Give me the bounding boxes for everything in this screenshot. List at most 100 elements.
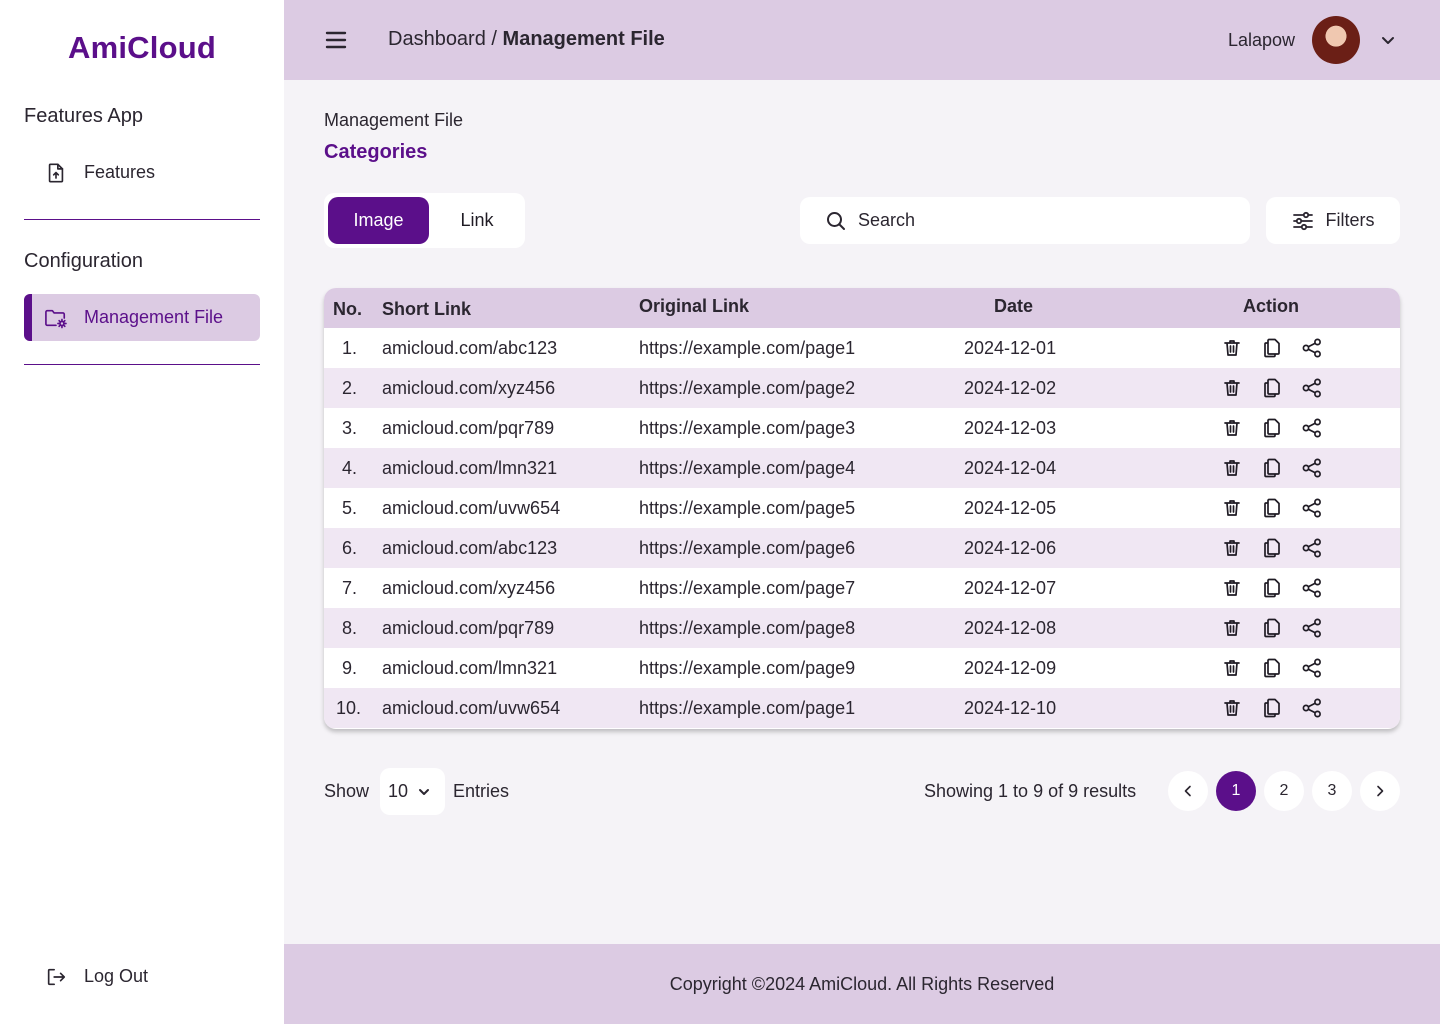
- short-link[interactable]: amicloud.com/abc123: [382, 538, 557, 559]
- trash-icon[interactable]: [1221, 577, 1243, 599]
- short-link[interactable]: amicloud.com/lmn321: [382, 458, 557, 479]
- short-link[interactable]: amicloud.com/pqr789: [382, 618, 554, 639]
- short-link[interactable]: amicloud.com/xyz456: [382, 378, 555, 399]
- copy-icon[interactable]: [1261, 337, 1283, 359]
- divider: [24, 219, 260, 220]
- trash-icon[interactable]: [1221, 457, 1243, 479]
- short-link[interactable]: amicloud.com/uvw654: [382, 498, 560, 519]
- row-number: 6.: [342, 538, 358, 558]
- row-date: 2024-12-04: [964, 458, 1057, 478]
- filters-button[interactable]: Filters: [1266, 197, 1400, 244]
- short-link[interactable]: amicloud.com/lmn321: [382, 658, 557, 679]
- row-number: 10.: [336, 698, 362, 718]
- original-link[interactable]: https://example.com/page1: [639, 698, 855, 719]
- copy-icon[interactable]: [1261, 377, 1283, 399]
- user-name[interactable]: Lalapow: [1228, 30, 1295, 51]
- copy-icon[interactable]: [1261, 457, 1283, 479]
- category-tabs: Image Link: [324, 193, 525, 248]
- row-date: 2024-12-07: [964, 578, 1057, 598]
- trash-icon[interactable]: [1221, 537, 1243, 559]
- search-input[interactable]: [858, 210, 1218, 231]
- avatar[interactable]: [1312, 16, 1360, 64]
- share-icon[interactable]: [1301, 697, 1323, 719]
- copy-icon[interactable]: [1261, 617, 1283, 639]
- table-row: 3. amicloud.com/pqr789 https://example.com…: [324, 408, 1400, 448]
- original-link[interactable]: https://example.com/page4: [639, 458, 855, 479]
- copy-icon[interactable]: [1261, 537, 1283, 559]
- page-button-1[interactable]: 1: [1216, 771, 1256, 811]
- chevron-down-icon[interactable]: [1378, 30, 1398, 50]
- logout-button[interactable]: Log Out: [24, 953, 260, 1000]
- original-link[interactable]: https://example.com/page2: [639, 378, 855, 399]
- row-number: 8.: [342, 618, 358, 638]
- original-link[interactable]: https://example.com/page9: [639, 658, 855, 679]
- breadcrumb-root[interactable]: Dashboard: [388, 28, 486, 50]
- sidebar-item-label: Management File: [84, 307, 224, 327]
- table-row: 4. amicloud.com/lmn321 https://example.com…: [324, 448, 1400, 488]
- share-icon[interactable]: [1301, 337, 1323, 359]
- short-link[interactable]: amicloud.com/uvw654: [382, 698, 560, 719]
- trash-icon[interactable]: [1221, 417, 1243, 439]
- share-icon[interactable]: [1301, 417, 1323, 439]
- tab-link[interactable]: Link: [429, 197, 525, 244]
- original-link[interactable]: https://example.com/page7: [639, 578, 855, 599]
- trash-icon[interactable]: [1221, 697, 1243, 719]
- original-link[interactable]: https://example.com/page8: [639, 618, 855, 639]
- short-link[interactable]: amicloud.com/pqr789: [382, 418, 554, 439]
- original-link[interactable]: https://example.com/page3: [639, 418, 855, 439]
- share-icon[interactable]: [1301, 377, 1323, 399]
- hamburger-menu-icon[interactable]: [324, 28, 348, 52]
- tab-image[interactable]: Image: [328, 197, 429, 244]
- row-number: 7.: [342, 578, 358, 598]
- row-date: 2024-12-02: [964, 378, 1057, 398]
- share-icon[interactable]: [1301, 657, 1323, 679]
- page-subtitle: Management File: [324, 110, 464, 130]
- short-link[interactable]: amicloud.com/abc123: [382, 338, 557, 359]
- copy-icon[interactable]: [1261, 577, 1283, 599]
- breadcrumb: Dashboard / Management File: [388, 28, 665, 51]
- table-header: No. Short Link Original Link Date Action: [324, 288, 1400, 328]
- original-link[interactable]: https://example.com/page1: [639, 338, 855, 359]
- page-button-3[interactable]: 3: [1312, 771, 1352, 811]
- sidebar-item-management-file[interactable]: Management File: [24, 294, 260, 341]
- row-number: 2.: [342, 378, 358, 398]
- file-upload-icon: [44, 161, 68, 185]
- row-date: 2024-12-06: [964, 538, 1057, 558]
- original-link[interactable]: https://example.com/page5: [639, 498, 855, 519]
- copyright-text: Copyright ©2024 AmiCloud. All Rights Res…: [669, 973, 1055, 994]
- short-link[interactable]: amicloud.com/xyz456: [382, 578, 555, 599]
- share-icon[interactable]: [1301, 537, 1323, 559]
- folder-settings-icon: [44, 306, 68, 330]
- breadcrumb-separator: /: [491, 28, 497, 50]
- footer: Copyright ©2024 AmiCloud. All Rights Res…: [284, 944, 1440, 1024]
- trash-icon[interactable]: [1221, 617, 1243, 639]
- app-logo[interactable]: AmiCloud: [0, 30, 284, 66]
- copy-icon[interactable]: [1261, 697, 1283, 719]
- show-label: Show: [324, 781, 370, 801]
- trash-icon[interactable]: [1221, 377, 1243, 399]
- share-icon[interactable]: [1301, 617, 1323, 639]
- page-title: Categories: [324, 141, 428, 163]
- share-icon[interactable]: [1301, 577, 1323, 599]
- prev-page-button[interactable]: [1168, 771, 1208, 811]
- page-button-2[interactable]: 2: [1264, 771, 1304, 811]
- search-icon: [826, 211, 846, 231]
- share-icon[interactable]: [1301, 497, 1323, 519]
- copy-icon[interactable]: [1261, 497, 1283, 519]
- original-link[interactable]: https://example.com/page6: [639, 538, 855, 559]
- trash-icon[interactable]: [1221, 497, 1243, 519]
- sidebar-item-features[interactable]: Features: [24, 149, 260, 196]
- chevron-down-icon: [408, 784, 432, 800]
- trash-icon[interactable]: [1221, 657, 1243, 679]
- row-date: 2024-12-05: [964, 498, 1057, 518]
- copy-icon[interactable]: [1261, 657, 1283, 679]
- sliders-icon: [1292, 211, 1326, 231]
- logout-icon: [44, 965, 68, 989]
- next-page-button[interactable]: [1360, 771, 1400, 811]
- share-icon[interactable]: [1301, 457, 1323, 479]
- column-header-original-link: Original Link: [639, 296, 750, 316]
- copy-icon[interactable]: [1261, 417, 1283, 439]
- row-number: 5.: [342, 498, 358, 518]
- trash-icon[interactable]: [1221, 337, 1243, 359]
- entries-select[interactable]: 10: [380, 768, 445, 815]
